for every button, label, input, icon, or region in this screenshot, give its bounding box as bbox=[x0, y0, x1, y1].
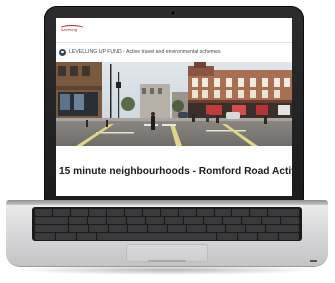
laptop-lid: havering LEVELLING UP FUND - Active trav… bbox=[44, 6, 304, 202]
page-title: 15 minute neighbourhoods - Romford Road … bbox=[59, 166, 292, 177]
key-row bbox=[35, 217, 300, 224]
laptop-base bbox=[6, 200, 328, 266]
title-area: 15 minute neighbourhoods - Romford Road … bbox=[56, 146, 292, 196]
hero-photo bbox=[56, 62, 292, 146]
site-header: havering bbox=[56, 18, 292, 42]
laptop-shadow bbox=[14, 265, 320, 275]
key-row bbox=[35, 209, 299, 216]
logo-text: havering bbox=[61, 27, 78, 32]
breadcrumb-text[interactable]: LEVELLING UP FUND - Active travel and en… bbox=[69, 49, 221, 55]
webcam bbox=[171, 11, 175, 15]
lid-notch bbox=[148, 260, 186, 262]
indicator-light bbox=[310, 260, 317, 262]
key-row bbox=[35, 233, 299, 240]
site-logo[interactable]: havering bbox=[59, 24, 85, 35]
laptop-screen: havering LEVELLING UP FUND - Active trav… bbox=[56, 18, 292, 196]
pin-icon bbox=[59, 48, 66, 56]
breadcrumb: LEVELLING UP FUND - Active travel and en… bbox=[56, 43, 292, 61]
laptop-hinge bbox=[6, 200, 328, 205]
key-row bbox=[35, 225, 300, 232]
street-scene-image bbox=[56, 62, 292, 146]
keyboard bbox=[32, 207, 302, 241]
